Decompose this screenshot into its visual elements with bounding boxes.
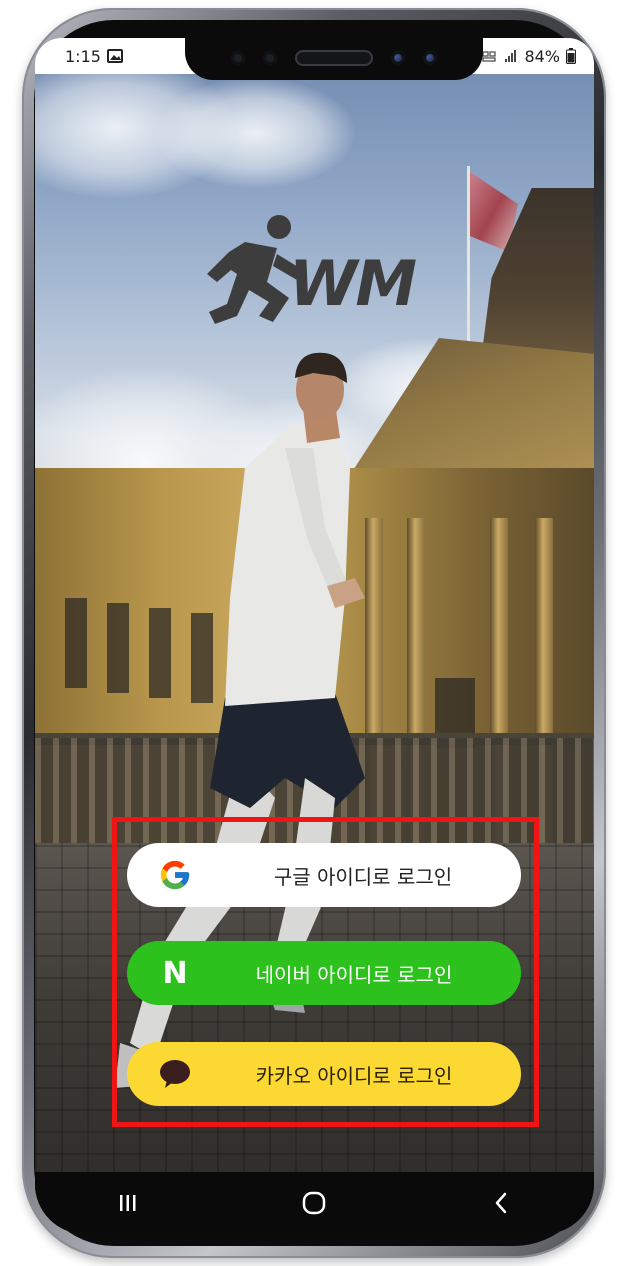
naver-login-label: 네이버 아이디로 로그인 — [255, 962, 453, 987]
wifi-calling-icon — [482, 51, 497, 62]
status-right: 84% — [482, 47, 576, 66]
signal-strength-icon — [505, 50, 517, 62]
google-login-button[interactable]: 구글 아이디로 로그인 — [127, 843, 521, 907]
app-logo: WM — [207, 212, 417, 324]
google-g-icon — [157, 857, 193, 893]
kakao-login-label: 카카오 아이디로 로그인 — [255, 1063, 453, 1088]
back-icon — [495, 1192, 507, 1214]
battery-icon — [566, 48, 576, 64]
earpiece-speaker — [295, 50, 373, 66]
camera-notch — [185, 38, 483, 80]
back-button[interactable] — [471, 1183, 531, 1223]
gallery-notification-icon — [106, 49, 123, 63]
logo-text: WM — [289, 247, 417, 320]
battery-percent: 84% — [524, 46, 560, 66]
naver-login-button[interactable]: N 네이버 아이디로 로그인 — [127, 941, 521, 1005]
recent-apps-icon — [120, 1195, 136, 1211]
front-camera-icon — [423, 51, 437, 65]
recent-apps-button[interactable] — [98, 1183, 158, 1223]
app-screen: 1:15 84% WM 구글 아이디로 로그인 N 네이버 아이디로 로그인 카… — [35, 38, 594, 1234]
home-icon — [303, 1191, 326, 1215]
naver-n-letter: N — [162, 955, 188, 991]
sensor-icon — [263, 51, 277, 65]
google-login-label: 구글 아이디로 로그인 — [273, 864, 453, 889]
navigation-bar — [35, 1172, 594, 1234]
sensor-icon — [231, 51, 245, 65]
front-camera-icon — [391, 51, 405, 65]
status-left: 1:15 — [65, 47, 123, 66]
home-button[interactable] — [284, 1183, 344, 1223]
status-time: 1:15 — [65, 46, 101, 66]
kakao-login-button[interactable]: 카카오 아이디로 로그인 — [127, 1042, 521, 1106]
